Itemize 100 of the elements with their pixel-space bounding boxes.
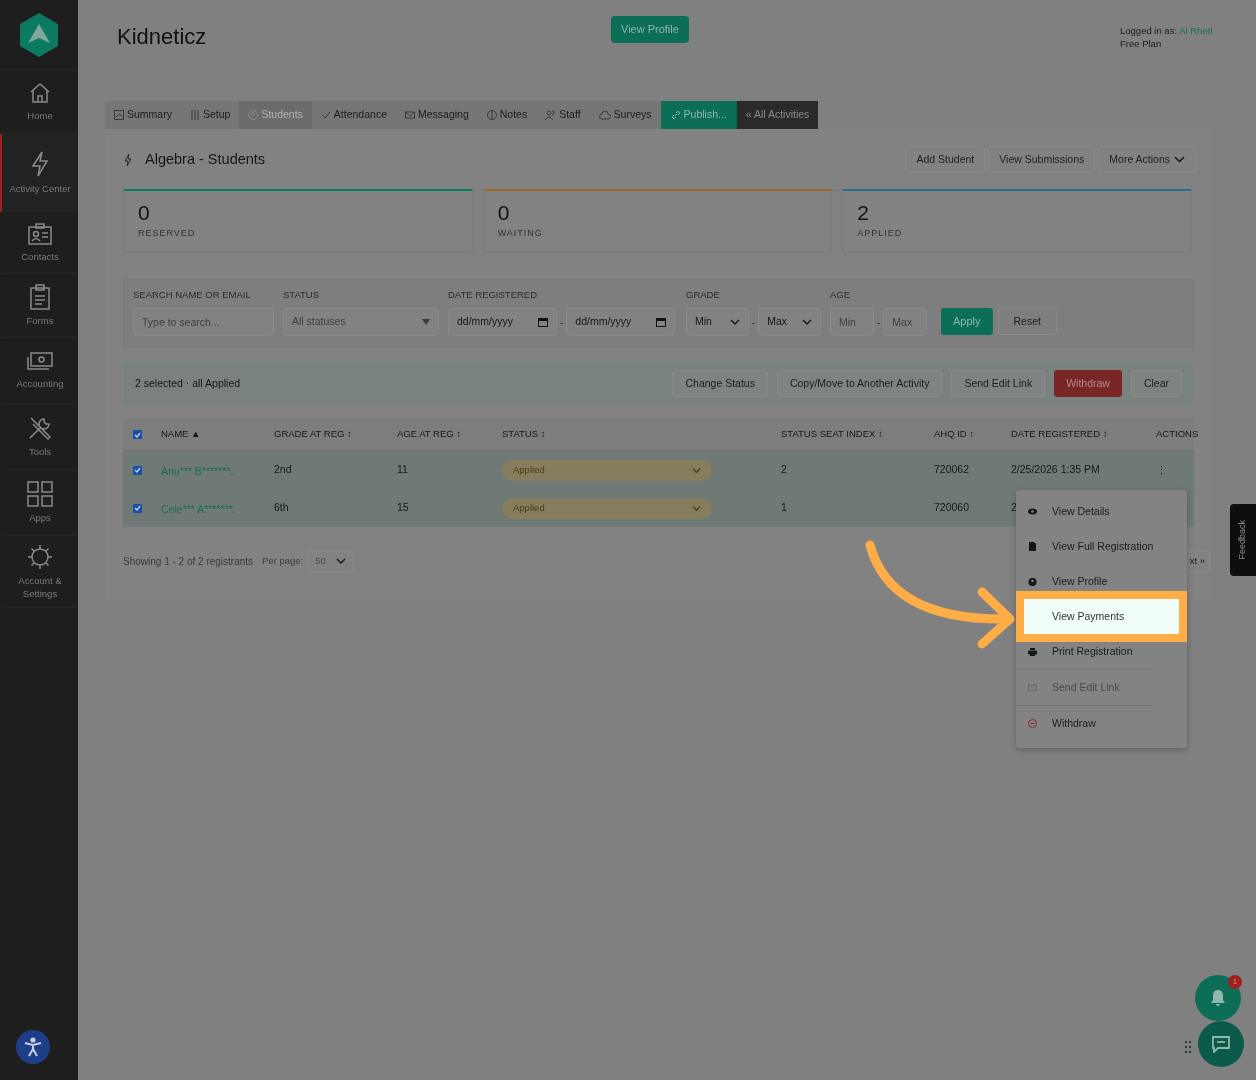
calendar-icon [656,317,667,327]
chevron-down-icon [692,505,701,511]
sidebar-item[interactable]: Tools [0,404,78,470]
tab[interactable]: Summary [105,101,181,129]
bulk-action-button[interactable]: Clear [1130,370,1182,397]
table-cell: 11 [397,462,408,478]
sidebar-item[interactable]: Account & Settings [0,536,78,608]
reset-button[interactable]: Reset [997,308,1057,335]
column-header[interactable]: STATUS SEAT INDEX ↕ [781,427,934,442]
dash-separator: - [877,315,881,330]
action-button[interactable]: More Actions [1098,146,1196,173]
chevron-down-icon [336,558,347,564]
link-icon [670,110,681,120]
column-header[interactable]: GRADE AT REG ↕ [274,427,397,442]
chart-icon [114,110,124,120]
accessibility-button[interactable] [16,1030,50,1064]
chevron-down-icon [692,467,701,473]
stat-label: RESERVED [138,227,197,240]
selection-summary: 2 selected · all Applied [135,375,241,391]
bulk-action-button[interactable]: Withdraw [1054,370,1122,397]
bulk-action-button[interactable]: Change Status [672,370,768,397]
age-field[interactable]: Min [830,308,874,336]
grade-select[interactable]: Min [686,308,749,336]
apps-grid-icon [27,481,53,507]
tab[interactable]: Staff [536,101,590,129]
table-row[interactable]: Anu*** B*******. 2nd 11 Applied 2 720062 2/25/2026 1:35 PM ⋮ [123,451,1194,489]
column-header[interactable]: AGE AT REG ↕ [397,427,502,442]
column-header[interactable]: DATE REGISTERED ↕ [1011,427,1156,442]
envelope-icon [1028,684,1037,691]
menu-item[interactable]: View Profile [1016,564,1187,599]
filter-label: AGE [830,288,852,302]
chevron-down-icon [729,319,740,325]
logo-icon [19,11,59,58]
row-actions-button[interactable]: ⋮ [1156,464,1167,476]
notification-button[interactable] [1195,975,1241,1021]
bulk-action-button[interactable]: Copy/Move to Another Activity [776,370,943,397]
plan-text: Free Plan [1120,37,1163,50]
tab[interactable]: Messaging [396,101,478,129]
table-cell: 6th [274,500,289,516]
column-header[interactable]: STATUS ↕ [502,427,781,442]
envelope-icon [405,110,415,120]
apply-button[interactable]: Apply [941,308,993,335]
sliders-icon [189,110,200,120]
feedback-tab[interactable]: Feedback [1230,504,1256,576]
menu-item[interactable]: View Details [1016,494,1187,529]
status-select[interactable]: All statuses [283,308,439,336]
accessibility-icon [22,1036,44,1058]
bulk-action-button[interactable]: Send Edit Link [951,370,1046,397]
sidebar-item[interactable]: Forms [0,274,78,338]
checkbox[interactable] [133,430,142,439]
home-icon [28,81,52,105]
sidebar-item[interactable]: Activity Center [0,134,78,212]
tab[interactable]: Notes [477,101,537,129]
sidebar-item[interactable]: Accounting [0,338,78,404]
filter-label: DATE REGISTERED [448,288,539,302]
column-header[interactable]: NAME ▲ [161,427,274,442]
tab[interactable]: Attendance [311,101,396,129]
tab[interactable]: « All Activities [736,101,819,129]
contact-card-icon [27,222,53,246]
grade-select[interactable]: Max [758,308,821,336]
action-button[interactable]: View Submissions [988,146,1096,173]
stat-value: 0 [497,201,511,225]
date-field[interactable]: dd/mm/yyyy [448,308,557,336]
column-header[interactable]: AHQ ID ↕ [934,427,1011,442]
table-cell: 1 [781,500,787,516]
date-field[interactable]: dd/mm/yyyy [566,308,676,336]
tab[interactable]: Surveys [589,101,661,129]
stat-label: APPLIED [857,227,904,240]
tab[interactable]: Setup [180,101,240,129]
chat-button[interactable] [1198,1021,1244,1067]
check-icon [320,110,331,120]
sidebar-item[interactable]: Contacts [0,212,78,274]
stat-value: 0 [138,201,151,225]
lightning-icon [123,152,133,167]
calendar-icon [538,317,548,327]
chevron-down-icon [802,319,812,325]
money-icon [26,351,54,373]
action-button[interactable]: Add Student [905,146,986,173]
view-profile-button[interactable]: View Profile [611,16,689,43]
check-icon [134,431,141,438]
check-icon [134,505,141,511]
gear-icon [27,543,53,570]
checkbox[interactable] [133,465,142,475]
tab[interactable]: Students [239,101,312,129]
bell-icon [1210,989,1226,1007]
menu-item[interactable]: View Full Registration [1016,529,1187,564]
tab[interactable]: Publish... [660,101,737,129]
status-select[interactable]: Applied [502,459,712,481]
dropdown-triangle-icon [422,319,430,325]
age-field[interactable]: Max [883,308,928,336]
status-select[interactable]: Applied [502,497,712,519]
menu-item[interactable]: Withdraw [1016,706,1187,741]
checkbox[interactable] [133,503,142,513]
search-field[interactable]: Type to search... [133,308,274,336]
sidebar-item[interactable]: Apps [0,470,78,536]
menu-item[interactable]: Print Registration [1016,634,1187,669]
stat-value: 2 [857,201,870,225]
chevron-down-icon [1174,156,1185,163]
clipboard-icon [28,284,52,310]
table-cell: 2 [1011,500,1017,516]
